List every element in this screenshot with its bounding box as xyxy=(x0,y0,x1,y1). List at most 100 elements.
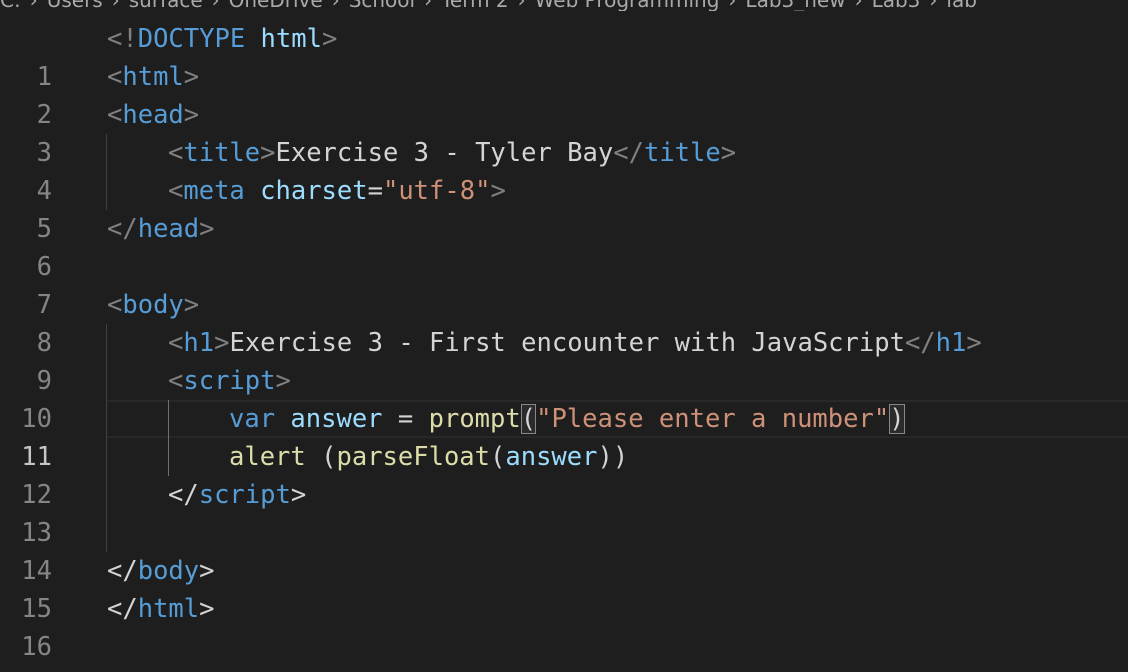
breadcrumb-item[interactable]: School xyxy=(349,0,415,11)
code-text[interactable]: <h1>Exercise 3 - First encounter with Ja… xyxy=(168,324,982,362)
indent-guide xyxy=(106,324,107,362)
code-line[interactable]: 4 <title>Exercise 3 - Tyler Bay</title> xyxy=(0,134,1128,206)
token: Exercise 3 - Tyler Bay xyxy=(275,138,614,168)
token: > xyxy=(214,328,230,358)
chevron-right-icon: › xyxy=(728,0,736,11)
token: > xyxy=(183,290,200,320)
bracket-match: ( xyxy=(520,404,537,434)
code-line[interactable]: 7 xyxy=(0,248,1128,320)
bracket-match: ) xyxy=(889,404,905,434)
token: alert xyxy=(229,442,306,472)
breadcrumb-item[interactable]: Lab3 xyxy=(872,0,921,11)
token: script xyxy=(198,480,291,510)
token: = xyxy=(382,404,429,434)
token: > xyxy=(199,556,215,586)
indent-guide xyxy=(106,514,107,552)
breadcrumb-item[interactable]: Lab3_new xyxy=(745,0,845,11)
token: answer xyxy=(505,442,598,472)
code-line[interactable]: 15 </body> xyxy=(0,552,1128,624)
code-text[interactable]: <html> xyxy=(107,58,199,96)
code-line[interactable]: 6 </head> xyxy=(0,210,1128,282)
indent-guide xyxy=(106,134,107,172)
token: > xyxy=(321,24,338,54)
token: > xyxy=(275,366,291,396)
indent-guide xyxy=(106,172,107,210)
breadcrumb-item[interactable]: OneDrive xyxy=(229,0,323,11)
indent-guide xyxy=(106,476,107,514)
token: </ xyxy=(168,480,199,510)
code-line[interactable]: 2 <html> xyxy=(0,58,1128,130)
token: <! xyxy=(107,24,138,54)
chevron-right-icon: › xyxy=(518,0,526,11)
indent-guide-active xyxy=(168,438,169,476)
chevron-right-icon: › xyxy=(855,0,863,11)
code-line[interactable]: 8 <body> xyxy=(0,286,1128,358)
code-text[interactable]: <meta charset="utf-8"> xyxy=(168,172,506,210)
chevron-right-icon: › xyxy=(212,0,220,11)
token: </ xyxy=(904,328,936,358)
token: > xyxy=(720,138,737,168)
breadcrumb-item[interactable]: Users xyxy=(47,0,103,11)
code-line[interactable]: 10 <script> xyxy=(0,362,1128,434)
token: DOCTYPE xyxy=(137,24,246,54)
token: < xyxy=(107,290,123,320)
code-line[interactable]: 5 <meta charset="utf-8"> xyxy=(0,172,1128,244)
breadcrumb-item[interactable]: Term 2 xyxy=(441,0,509,11)
code-text[interactable]: </head> xyxy=(107,210,215,248)
code-line[interactable]: 14 xyxy=(0,514,1128,586)
breadcrumb-item[interactable]: surface xyxy=(129,0,203,11)
indent-guide-active xyxy=(168,400,169,438)
token: > xyxy=(183,100,200,130)
chevron-right-icon: › xyxy=(929,0,937,11)
token: )) xyxy=(597,442,629,472)
token: prompt xyxy=(428,404,521,434)
token: script xyxy=(183,366,276,396)
code-text[interactable]: <script> xyxy=(168,362,291,400)
code-text[interactable]: <head> xyxy=(107,96,199,134)
token: > xyxy=(290,480,307,510)
code-line-current[interactable]: 11 var answer = prompt("Please enter a n… xyxy=(0,400,1128,472)
code-text[interactable]: <title>Exercise 3 - Tyler Bay</title> xyxy=(168,134,736,172)
token: title xyxy=(643,138,721,168)
token: answer xyxy=(290,404,383,434)
token: < xyxy=(107,62,123,92)
code-text[interactable]: </html> xyxy=(107,590,215,628)
code-text[interactable]: <body> xyxy=(107,286,199,324)
breadcrumb-item[interactable]: Web Programming xyxy=(535,0,720,11)
breadcrumb-item[interactable]: C: xyxy=(0,0,21,11)
token: body xyxy=(137,556,200,586)
code-line[interactable]: 16 </html> xyxy=(0,590,1128,662)
breadcrumb[interactable]: C: › Users › surface › OneDrive › School › Term 2 ›… xyxy=(0,0,1128,11)
token: html xyxy=(122,62,184,92)
code-line[interactable]: 12 alert (parseFloat(answer)) xyxy=(0,438,1128,510)
token: < xyxy=(168,328,184,358)
token: head xyxy=(137,214,200,244)
code-text[interactable]: <!DOCTYPE html> xyxy=(107,20,337,58)
code-line[interactable]: 9 <h1>Exercise 3 - First encounter with … xyxy=(0,324,1128,396)
token: > xyxy=(490,176,506,206)
token: > xyxy=(966,328,982,358)
code-text[interactable]: alert (parseFloat(answer)) xyxy=(229,438,628,476)
token: html xyxy=(260,24,322,54)
chevron-right-icon: › xyxy=(424,0,432,11)
code-editor[interactable]: 1 <!DOCTYPE html> 2 <html> 3 <head> 4 <t… xyxy=(0,20,1128,662)
code-text[interactable]: </body> xyxy=(107,552,215,590)
token: title xyxy=(183,138,261,168)
token: ( xyxy=(305,442,337,472)
code-line[interactable]: 1 <!DOCTYPE html> xyxy=(0,20,1128,92)
token: h1 xyxy=(935,328,967,358)
code-text[interactable]: </script> xyxy=(168,476,306,514)
code-line[interactable]: 3 <head> xyxy=(0,96,1128,168)
code-text[interactable]: var answer = prompt("Please enter a numb… xyxy=(229,400,905,438)
token: html xyxy=(137,594,200,624)
code-line[interactable]: 13 </script> xyxy=(0,476,1128,548)
token: > xyxy=(199,594,215,624)
breadcrumb-item[interactable]: lab xyxy=(946,0,977,11)
token: ( xyxy=(490,442,506,472)
token: "Please enter a number" xyxy=(536,404,890,434)
token: </ xyxy=(107,556,138,586)
token: > xyxy=(183,62,200,92)
token: > xyxy=(260,138,276,168)
